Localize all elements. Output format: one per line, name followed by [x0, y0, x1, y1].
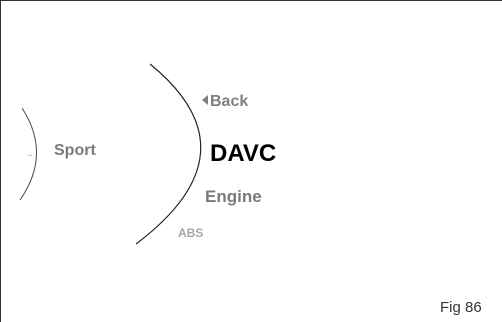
triangle-left-icon: [202, 95, 208, 105]
menu-item-engine[interactable]: Engine: [205, 187, 262, 207]
main-arc: [135, 63, 202, 245]
figure-caption: Fig 86: [440, 299, 482, 316]
back-button[interactable]: Back: [202, 93, 248, 111]
menu-item-sport[interactable]: Sport: [54, 142, 96, 160]
menu-item-abs[interactable]: ABS: [178, 226, 203, 240]
back-label: Back: [210, 93, 249, 110]
menu-item-davc-selected[interactable]: DAVC: [210, 140, 276, 168]
previous-indicator: ...: [27, 148, 33, 159]
